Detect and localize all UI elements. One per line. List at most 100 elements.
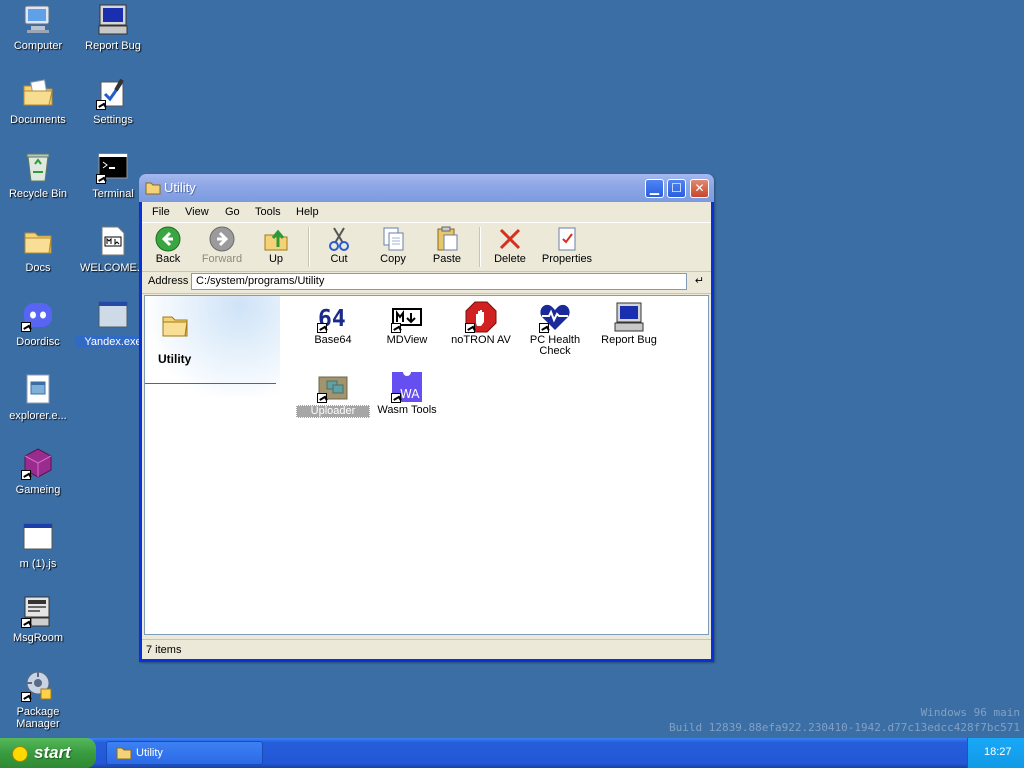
minimize-icon: ▁: [649, 181, 660, 195]
cube-icon: [21, 446, 55, 480]
menu-go[interactable]: Go: [225, 206, 240, 218]
file-item-wasm-tools[interactable]: WA Wasm Tools: [370, 371, 444, 416]
status-text: 7 items: [146, 644, 182, 656]
start-button[interactable]: start: [0, 738, 96, 768]
desktop-icon-label: explorer.e...: [9, 410, 67, 422]
shortcut-arrow-icon: [96, 100, 106, 110]
close-button[interactable]: ✕: [690, 179, 709, 198]
address-bar: Address C:/system/programs/Utility ↵: [142, 271, 711, 294]
desktop-icon-label: m (1).js: [19, 558, 57, 570]
explorer-window: Utility ▁ ☐ ✕ File View Go Tools Help Ba…: [139, 174, 714, 662]
taskbar-item-label: Utility: [136, 747, 163, 759]
paste-button[interactable]: Paste: [422, 225, 472, 265]
shortcut-arrow-icon: [539, 323, 549, 333]
discord-icon: [21, 298, 55, 332]
up-button[interactable]: Up: [251, 225, 301, 265]
up-folder-icon: [264, 229, 288, 251]
file-item-uploader[interactable]: Uploader: [296, 371, 370, 418]
svg-text:WA: WA: [400, 387, 420, 401]
desktop-icon-label: Package Manager: [16, 706, 60, 730]
scissors-icon: [329, 227, 349, 251]
system-tray: 18:27: [967, 738, 1024, 768]
build-watermark-line2: Build 12839.88efa922.230410-1942.d77c13e…: [669, 721, 1020, 734]
shortcut-arrow-icon: [465, 323, 475, 333]
window-body: File View Go Tools Help Back Forward Up …: [142, 202, 711, 659]
desktop-icon-documents[interactable]: Documents: [0, 76, 76, 126]
menu-tools[interactable]: Tools: [255, 206, 281, 218]
shortcut-arrow-icon: [317, 323, 327, 333]
delete-x-icon: [499, 228, 521, 250]
taskbar-item-utility[interactable]: Utility: [106, 741, 263, 765]
copy-label: Copy: [380, 253, 406, 265]
file-item-label: noTRON AV: [451, 334, 511, 346]
enter-arrow-icon: ↵: [694, 275, 705, 287]
window-titlebar[interactable]: Utility ▁ ☐ ✕: [139, 174, 714, 202]
explorer-file-icon: [21, 372, 55, 406]
minimize-button[interactable]: ▁: [645, 179, 664, 198]
up-label: Up: [268, 253, 284, 265]
file-item-mdview[interactable]: MDView: [370, 301, 444, 346]
desktop-icon-label: Documents: [10, 114, 66, 126]
go-button[interactable]: ↵: [691, 273, 708, 290]
properties-icon: [558, 227, 576, 251]
forward-label: Forward: [201, 253, 243, 265]
file-item-base64[interactable]: 64 Base64: [296, 301, 370, 346]
menu-help[interactable]: Help: [296, 206, 319, 218]
start-label: start: [34, 743, 71, 762]
shortcut-arrow-icon: [96, 174, 106, 184]
properties-button[interactable]: Properties: [539, 225, 595, 265]
file-item-report-bug[interactable]: Report Bug: [592, 301, 666, 346]
back-button[interactable]: Back: [143, 225, 193, 265]
file-view: Utility 64 Base64 MDView noTRON AV PC He…: [144, 295, 709, 635]
desktop-icon-doordisc[interactable]: Doordisc: [0, 298, 76, 348]
cut-button[interactable]: Cut: [314, 225, 364, 265]
desktop-icon-docs[interactable]: Docs: [0, 224, 76, 274]
shortcut-arrow-icon: [21, 470, 31, 480]
file-item-label: MDView: [386, 334, 428, 346]
folder-icon: [145, 182, 161, 195]
file-item-label: PC Health Check: [529, 334, 581, 357]
desktop-icon-computer[interactable]: Computer: [0, 2, 76, 52]
desktop-icon-package-manager[interactable]: Package Manager: [0, 668, 76, 730]
menu-bar: File View Go Tools Help: [142, 202, 711, 222]
copy-icon: [383, 227, 404, 251]
desktop-icon-report-bug[interactable]: Report Bug: [75, 2, 151, 52]
desktop-icon-settings[interactable]: Settings: [75, 76, 151, 126]
delete-button[interactable]: Delete: [485, 225, 535, 265]
clock[interactable]: 18:27: [984, 746, 1012, 758]
desktop-icon-msgroom[interactable]: MsgRoom: [0, 594, 76, 644]
report-bug-computer-icon: [96, 2, 130, 36]
desktop-icon-m-js[interactable]: m (1).js: [0, 520, 76, 570]
back-arrow-icon: [155, 226, 181, 252]
left-pane-title: Utility: [158, 352, 192, 366]
file-item-label: Report Bug: [601, 334, 657, 346]
status-bar: 7 items: [142, 639, 711, 660]
window-app-icon: [96, 298, 130, 332]
file-item-notron-av[interactable]: noTRON AV: [444, 301, 518, 346]
menu-view[interactable]: View: [185, 206, 209, 218]
folder-icon: [21, 224, 55, 258]
properties-label: Properties: [541, 253, 593, 265]
close-icon: ✕: [694, 181, 705, 195]
folder-icon: [116, 747, 132, 760]
terminal-icon: [96, 150, 130, 184]
forward-button[interactable]: Forward: [197, 225, 247, 265]
desktop-icon-gameing[interactable]: Gameing: [0, 446, 76, 496]
window-file-icon: [21, 520, 55, 554]
menu-file[interactable]: File: [152, 206, 170, 218]
markdown-file-icon: [96, 224, 130, 258]
desktop-icon-explorer[interactable]: explorer.e...: [0, 372, 76, 422]
desktop-icon-label: Computer: [13, 40, 63, 52]
delete-label: Delete: [494, 253, 526, 265]
desktop-icon-label: MsgRoom: [12, 632, 64, 644]
copy-button[interactable]: Copy: [368, 225, 418, 265]
desktop-icon-label: Recycle Bin: [8, 188, 68, 200]
desktop-icon-label: Settings: [93, 114, 133, 126]
file-item-pc-health-check[interactable]: PC Health Check: [518, 301, 592, 357]
address-input[interactable]: C:/system/programs/Utility: [191, 273, 687, 290]
maximize-button[interactable]: ☐: [667, 179, 686, 198]
desktop-icon-recycle-bin[interactable]: Recycle Bin: [0, 150, 76, 200]
computer-icon: [21, 2, 55, 36]
wasm-icon: WA: [391, 371, 423, 403]
shortcut-arrow-icon: [391, 393, 401, 403]
